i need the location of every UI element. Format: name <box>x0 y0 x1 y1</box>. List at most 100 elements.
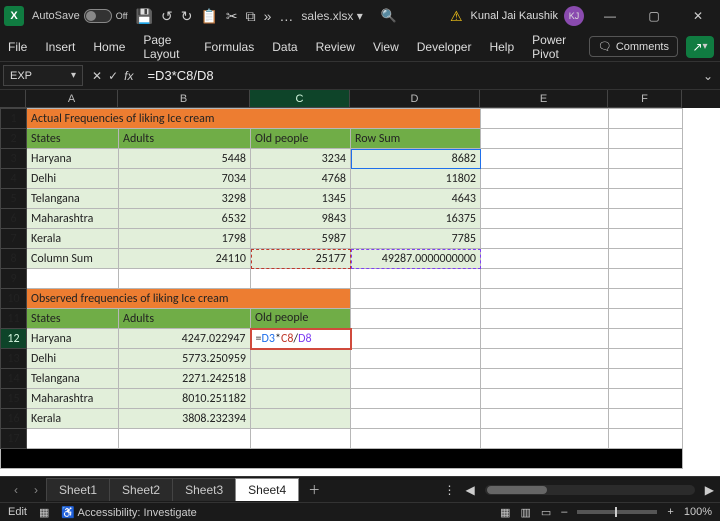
tab-developer[interactable]: Developer <box>415 36 474 58</box>
horizontal-scrollbar[interactable] <box>485 485 695 495</box>
row-3: 3Haryana544832348682 <box>1 149 683 169</box>
row-6: 6Maharashtra6532984316375 <box>1 209 683 229</box>
col-header-d[interactable]: D <box>350 90 480 108</box>
comments-button[interactable]: 🗨 Comments <box>589 36 678 57</box>
warning-icon[interactable]: ⚠ <box>450 8 463 25</box>
cell-a2[interactable]: States <box>27 129 119 149</box>
select-all-corner[interactable] <box>0 90 26 108</box>
row-header-1[interactable]: 1 <box>1 109 27 129</box>
col-header-e[interactable]: E <box>480 90 608 108</box>
tab-help[interactable]: Help <box>487 36 516 58</box>
maximize-icon[interactable]: ▢ <box>636 9 672 23</box>
sheet-tab-1[interactable]: Sheet1 <box>46 478 110 501</box>
expand-formula-icon[interactable]: ⌄ <box>696 62 720 89</box>
row-10: 10Observed frequencies of liking Ice cre… <box>1 289 683 309</box>
formula-controls: ✕ ✓ fx <box>86 62 139 89</box>
ribbon: File Insert Home Page Layout Formulas Da… <box>0 32 720 62</box>
scroll-right-icon[interactable]: ▶ <box>705 483 714 497</box>
cells-table[interactable]: 1 Actual Frequencies of liking Ice cream… <box>0 108 683 469</box>
copy-icon[interactable]: ⧉ <box>246 8 256 25</box>
tab-view[interactable]: View <box>371 36 401 58</box>
row-4: 4Delhi7034476811802 <box>1 169 683 189</box>
share-icon: ↗ <box>692 40 702 54</box>
cell-d3[interactable]: 8682 <box>351 149 481 169</box>
tab-review[interactable]: Review <box>314 36 357 58</box>
row-12: 12 Haryana 4247.022947 =D3*C8/D8 <box>1 329 683 349</box>
sheet-prev-icon[interactable]: ‹ <box>6 483 26 497</box>
status-bar: Edit ▦ ♿ Accessibility: Investigate ▦ ▥ … <box>0 502 720 521</box>
status-mode: Edit <box>8 506 27 518</box>
row-5: 5Telangana329813454643 <box>1 189 683 209</box>
row-17: 17 <box>1 429 683 449</box>
zoom-level[interactable]: 100% <box>684 506 712 518</box>
row-header-12[interactable]: 12 <box>1 329 27 349</box>
share-button[interactable]: ↗▾ <box>686 36 714 58</box>
fx-icon[interactable]: fx <box>124 69 133 83</box>
close-icon[interactable]: ✕ <box>680 9 716 23</box>
row-header-2[interactable]: 2 <box>1 129 27 149</box>
zoom-in-icon[interactable]: + <box>667 506 673 518</box>
paste-chevron-icon[interactable]: » <box>264 8 272 24</box>
sheet-next-icon[interactable]: › <box>26 483 46 497</box>
accept-formula-icon[interactable]: ✓ <box>108 69 118 83</box>
row-15: 15Maharashtra8010.251182 <box>1 389 683 409</box>
view-break-icon[interactable]: ▭ <box>541 506 551 519</box>
cancel-formula-icon[interactable]: ✕ <box>92 69 102 83</box>
formula-input[interactable]: =D3*C8/D8 <box>139 62 696 89</box>
sheet-tab-2[interactable]: Sheet2 <box>109 478 173 501</box>
sheet-more-icon[interactable]: ⋮ <box>444 483 456 497</box>
col-header-f[interactable]: F <box>608 90 682 108</box>
row-13: 13Delhi5773.250959 <box>1 349 683 369</box>
tab-formulas[interactable]: Formulas <box>202 36 256 58</box>
name-box[interactable]: EXP ▾ <box>3 65 83 86</box>
accessibility-status[interactable]: ♿ Accessibility: Investigate <box>61 506 196 519</box>
row-2: 2 States Adults Old people Row Sum <box>1 129 683 149</box>
undo-icon[interactable]: ↺ <box>161 8 173 25</box>
view-page-icon[interactable]: ▥ <box>520 506 530 519</box>
cell-d2[interactable]: Row Sum <box>351 129 481 149</box>
zoom-slider[interactable] <box>577 510 657 514</box>
col-header-a[interactable]: A <box>26 90 118 108</box>
user-avatar: KJ <box>564 6 584 26</box>
cell-c2[interactable]: Old people <box>251 129 351 149</box>
col-header-c[interactable]: C <box>250 90 350 108</box>
search-icon[interactable]: 🔍 <box>381 8 397 24</box>
cell-a1[interactable]: Actual Frequencies of liking Ice cream <box>27 109 481 129</box>
sheet-tabs-bar: ‹ › Sheet1 Sheet2 Sheet3 Sheet4 ＋ ⋮ ◀ ▶ <box>0 476 720 502</box>
chevron-down-icon[interactable]: ▾ <box>71 70 76 81</box>
scroll-left-icon[interactable]: ◀ <box>466 483 475 497</box>
toggle-off-icon[interactable] <box>84 9 112 23</box>
view-normal-icon[interactable]: ▦ <box>500 506 510 519</box>
autosave-state: Off <box>116 11 128 21</box>
user-name: Kunal Jai Kaushik <box>471 10 558 22</box>
tab-page-layout[interactable]: Page Layout <box>141 29 188 65</box>
row-7: 7Kerala179859877785 <box>1 229 683 249</box>
qat-more-icon[interactable]: … <box>279 8 293 24</box>
cut-icon[interactable]: ✂ <box>226 8 238 25</box>
stats-icon[interactable]: ▦ <box>39 506 49 519</box>
autosave-toggle[interactable]: AutoSave Off <box>32 9 128 23</box>
tab-data[interactable]: Data <box>270 36 299 58</box>
file-name[interactable]: sales.xlsx ▾ <box>301 9 362 23</box>
col-header-b[interactable]: B <box>118 90 250 108</box>
tab-file[interactable]: File <box>6 36 29 58</box>
add-sheet-icon[interactable]: ＋ <box>298 481 330 498</box>
cell-b2[interactable]: Adults <box>119 129 251 149</box>
minimize-icon[interactable]: — <box>592 9 628 23</box>
redo-icon[interactable]: ↻ <box>181 8 193 25</box>
zoom-out-icon[interactable]: – <box>561 506 567 518</box>
sheet-tab-3[interactable]: Sheet3 <box>172 478 236 501</box>
user-account[interactable]: Kunal Jai Kaushik KJ <box>471 6 584 26</box>
cell-c8[interactable]: 25177 <box>251 249 351 269</box>
tab-insert[interactable]: Insert <box>43 36 77 58</box>
row-11: 11StatesAdultsOld people <box>1 309 683 329</box>
tab-power-pivot[interactable]: Power Pivot <box>530 29 575 65</box>
chevron-down-icon: ▾ <box>703 41 708 52</box>
save-icon[interactable]: 💾 <box>136 8 153 25</box>
clipboard-icon[interactable]: 📋 <box>200 8 217 25</box>
row-16: 16Kerala3808.232394 <box>1 409 683 429</box>
cell-c12-editing[interactable]: =D3*C8/D8 <box>251 329 351 349</box>
tab-home[interactable]: Home <box>91 36 127 58</box>
sheet-tab-4[interactable]: Sheet4 <box>235 478 299 501</box>
cell-d8[interactable]: 49287.0000000000 <box>351 249 481 269</box>
